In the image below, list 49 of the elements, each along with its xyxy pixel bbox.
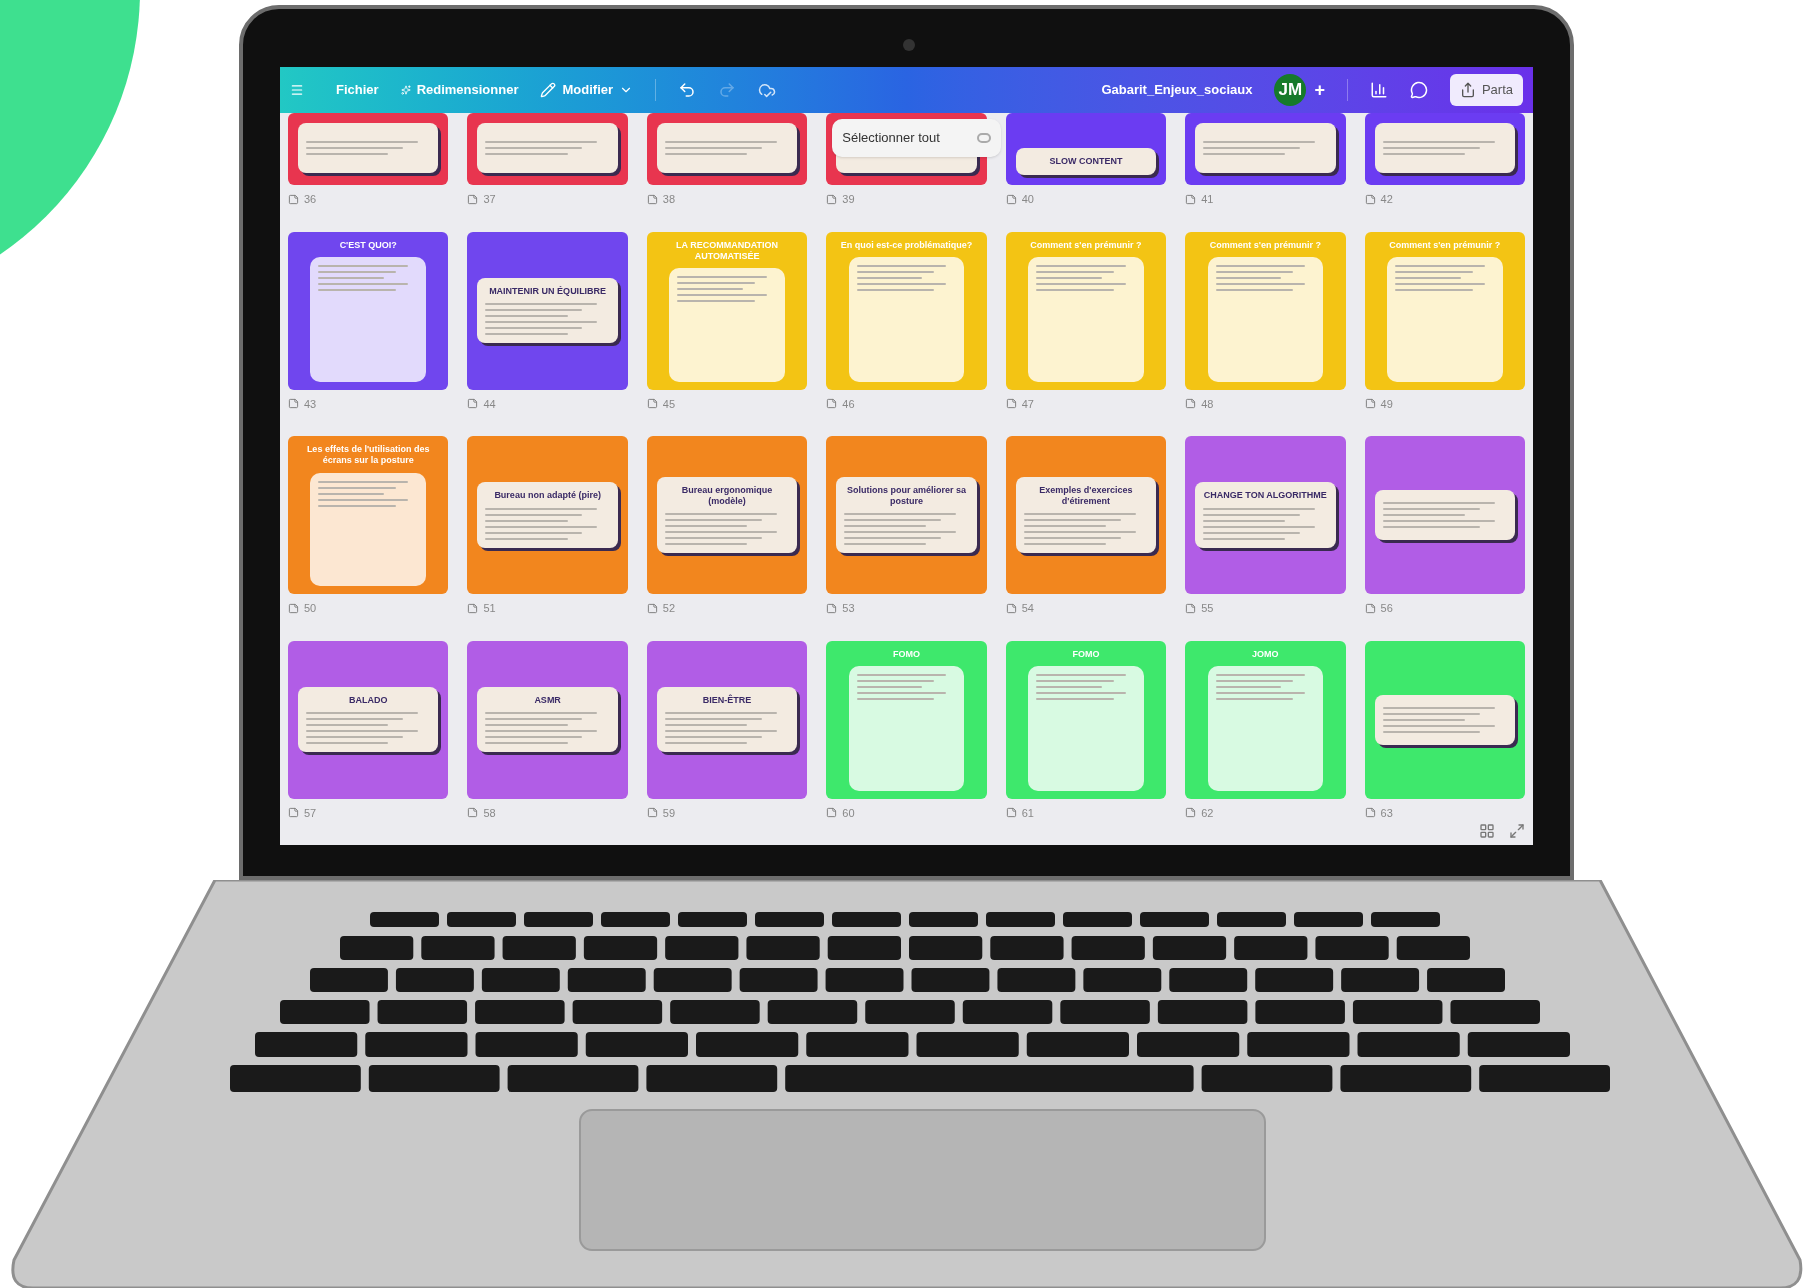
slide-title: En quoi est-ce problématique? [840, 239, 973, 251]
page-number: 38 [662, 192, 676, 207]
page-number: 50 [304, 601, 317, 616]
slide-title: Bureau non adapté (pire) [494, 490, 601, 502]
page-number: 45 [662, 396, 676, 412]
page-number: 52 [662, 601, 676, 616]
page-number: 41 [1201, 192, 1214, 207]
page-number: 42 [1380, 192, 1393, 207]
slide-title: SLOW CONTENT [1049, 155, 1123, 167]
slide-title: Les effets de l'utilisation des écrans sur la posture [305, 444, 431, 467]
page-number: 59 [662, 805, 676, 821]
slide-title: Solutions pour améliorer sa posture [845, 484, 967, 508]
page-number: 46 [842, 396, 855, 412]
page-number: 49 [1380, 396, 1393, 412]
slide-title: Comment s'en prémunir ? [1389, 239, 1501, 251]
slide-title: FOMO [1072, 648, 1100, 660]
page-number: 47 [1021, 396, 1034, 412]
slide-title: Comment s'en prémunir ? [1030, 239, 1142, 251]
page-number: 60 [842, 805, 855, 821]
slide-title: ASMR [534, 694, 561, 707]
page-number: 54 [1021, 601, 1034, 616]
page-number: 61 [1021, 805, 1034, 821]
page-number: 56 [1380, 601, 1393, 616]
page-number: 57 [304, 805, 317, 821]
page-number: 39 [842, 192, 855, 207]
page-number: 62 [1201, 805, 1214, 821]
page-number: 58 [483, 805, 496, 821]
slide-title: LA RECOMMANDATION AUTOMATISÉE [675, 239, 780, 262]
popup-label: Sélectionner tout [842, 129, 940, 148]
slide-title: Exemples d'exercices d'étirement [1038, 484, 1134, 508]
page-number: 43 [304, 396, 317, 412]
page-number: 40 [1021, 192, 1034, 207]
slide-title: FOMO [893, 648, 920, 660]
page-number: 36 [304, 192, 317, 207]
slide-title: CHANGE TON ALGORITHME [1203, 490, 1327, 502]
slide-title: MAINTENIR UN ÉQUILIBRE [489, 285, 607, 298]
page-number: 44 [483, 396, 496, 412]
page-number: 55 [1201, 601, 1214, 616]
page-number: 51 [483, 601, 496, 616]
slide-title: C'EST QUOI? [339, 239, 397, 251]
page-number: 63 [1380, 805, 1393, 821]
page-number: 48 [1201, 396, 1214, 412]
slide-title: Bureau ergonomique (modèle) [680, 484, 774, 508]
slide-title: BIEN-ÊTRE [702, 694, 752, 707]
slide-title: BALADO [348, 694, 388, 707]
slide-title: JOMO [1252, 648, 1279, 660]
slide-title: Comment s'en prémunir ? [1209, 239, 1321, 251]
page-number: 37 [483, 192, 496, 207]
page-number: 53 [842, 601, 855, 616]
